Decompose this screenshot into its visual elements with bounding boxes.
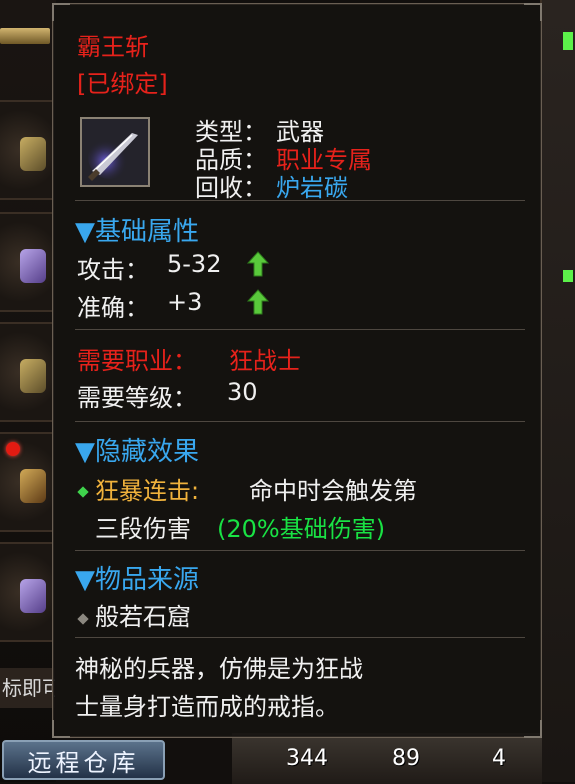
item-name: 霸王斩	[77, 33, 149, 61]
required-job-label: 需要职业：	[77, 347, 197, 375]
item-count: 344	[286, 746, 328, 771]
inventory-slot[interactable]	[0, 100, 54, 200]
section-title-source: ▼物品来源	[75, 565, 199, 595]
effect-name: 狂暴连击:	[95, 477, 200, 505]
attack-value: 5-32	[167, 250, 222, 278]
divider	[75, 421, 525, 422]
sword-icon	[82, 119, 148, 185]
item-icon	[20, 579, 46, 613]
frame-corner	[524, 720, 542, 738]
effect-bonus: (20%基础伤害)	[217, 515, 386, 543]
status-marker-icon	[563, 270, 573, 282]
frame-corner	[524, 3, 542, 21]
effect-desc-2: 三段伤害	[95, 515, 191, 543]
item-icon	[20, 249, 46, 283]
item-slot	[80, 117, 150, 187]
attack-label: 攻击：	[77, 256, 149, 284]
recycle-value: 炉岩碳	[276, 174, 348, 202]
item-tooltip: 霸王斩 [已绑定] 类型： 武器 品质： 职业专属 回收： 炉岩碳 ▼基础属性 …	[52, 3, 542, 738]
diamond-bullet-icon	[77, 613, 89, 625]
item-count: 89	[392, 746, 420, 771]
inventory-slot[interactable]	[0, 212, 54, 312]
required-job-value: 狂战士	[229, 347, 301, 375]
item-source: 般若石窟	[95, 603, 191, 631]
divider	[75, 200, 525, 201]
frame-corner	[52, 720, 70, 738]
hint-label: 标即可	[0, 668, 55, 708]
section-title-hidden: ▼隐藏效果	[75, 437, 199, 467]
effect-desc-1: 命中时会触发第	[249, 477, 417, 505]
item-icon	[20, 469, 46, 503]
inventory-slot[interactable]	[0, 322, 54, 422]
divider	[75, 637, 525, 638]
description-line: 士量身打造而成的戒指。	[75, 693, 339, 721]
section-title-base: ▼基础属性	[75, 217, 199, 247]
remote-warehouse-button[interactable]: 远程仓库	[2, 740, 165, 780]
green-up-arrow-icon	[247, 289, 269, 315]
panel-top-bar	[0, 28, 50, 44]
item-count: 4	[492, 746, 506, 771]
recycle-label: 回收：	[195, 174, 267, 202]
accuracy-label: 准确：	[77, 294, 149, 322]
description-line: 神秘的兵器，仿佛是为狂战	[75, 655, 363, 683]
item-icon	[20, 137, 46, 171]
bound-status: [已绑定]	[77, 70, 168, 98]
green-up-arrow-icon	[247, 251, 269, 277]
accuracy-value: +3	[167, 288, 203, 316]
item-icon	[20, 359, 46, 393]
divider	[75, 550, 525, 551]
notification-dot-icon	[6, 442, 20, 456]
side-panel	[540, 0, 575, 782]
inventory-slot[interactable]	[0, 542, 54, 642]
required-level-label: 需要等级：	[77, 384, 197, 412]
diamond-bullet-icon	[77, 486, 89, 498]
divider	[75, 329, 525, 330]
frame-corner	[52, 3, 70, 21]
status-marker-icon	[563, 32, 573, 50]
required-level-value: 30	[227, 378, 258, 406]
